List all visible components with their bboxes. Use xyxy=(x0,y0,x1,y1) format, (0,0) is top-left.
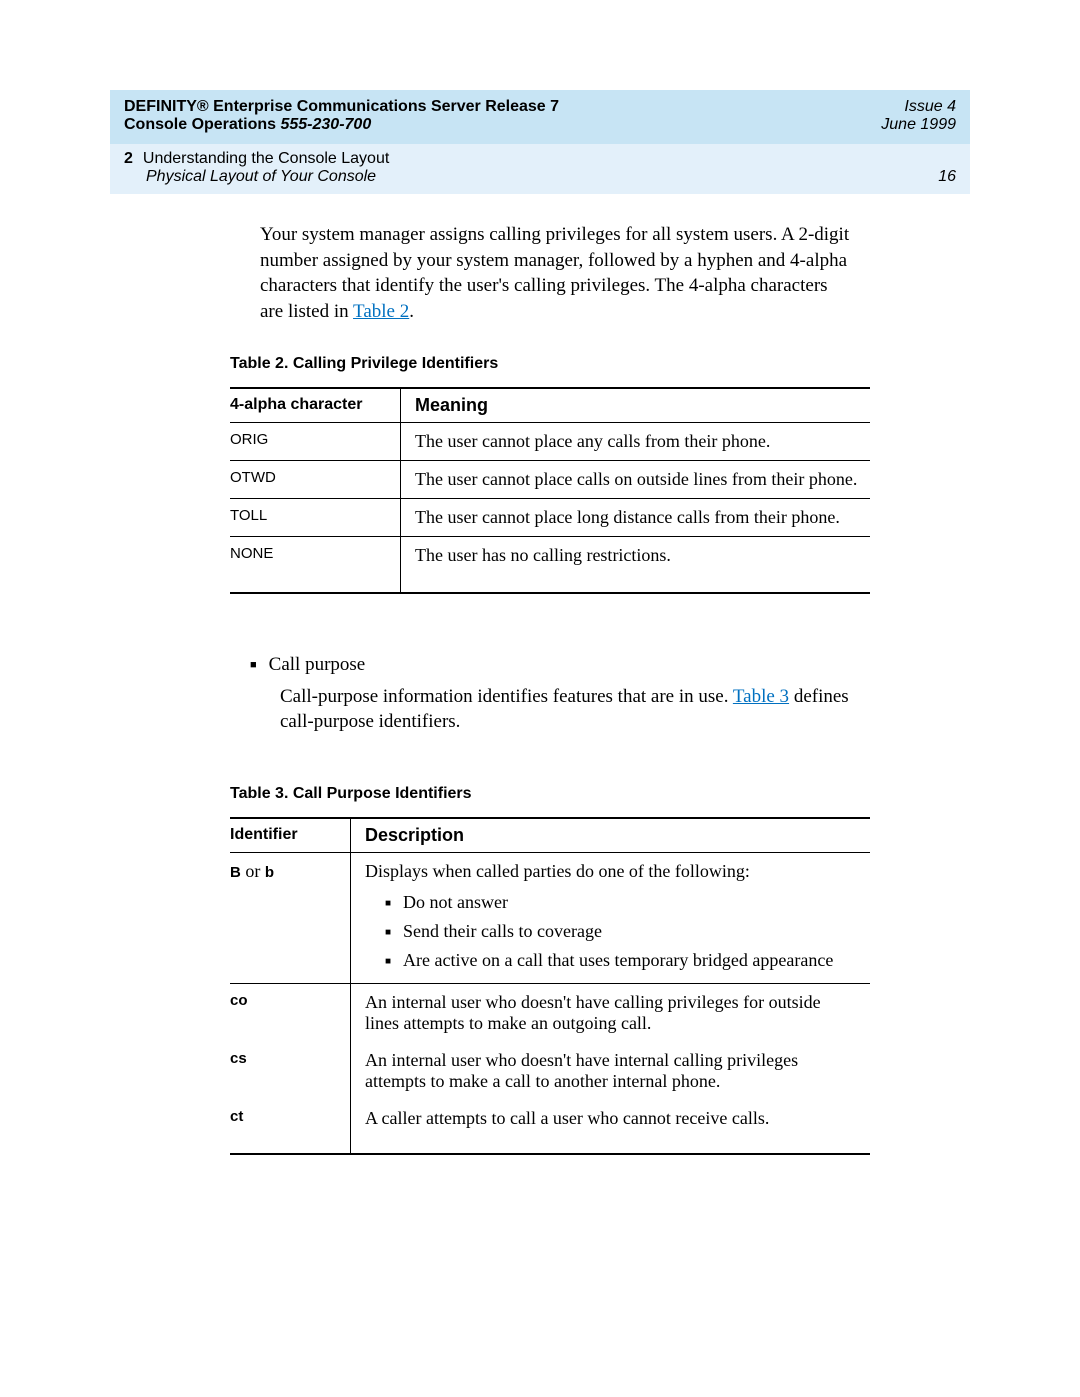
table3-header-2: Description xyxy=(351,818,871,853)
list-item: Send their calls to coverage xyxy=(385,917,858,946)
call-purpose-heading: Call purpose xyxy=(250,654,850,676)
chapter-number: 2 xyxy=(124,150,133,167)
issue-label: Issue 4 xyxy=(881,98,956,116)
table2: 4-alpha character Meaning ORIG The user … xyxy=(230,387,870,594)
table3-link[interactable]: Table 3 xyxy=(733,686,789,707)
table-row: cs An internal user who doesn't have int… xyxy=(230,1042,870,1100)
table2-link[interactable]: Table 2 xyxy=(353,301,409,322)
chapter-title: Understanding the Console Layout xyxy=(143,150,389,167)
page-number: 16 xyxy=(938,168,956,186)
doc-subtitle: Console Operations xyxy=(124,116,280,133)
table2-header-1: 4-alpha character xyxy=(230,388,401,423)
chapter-subtitle: Physical Layout of Your Console xyxy=(146,168,389,186)
table3-header-1: Identifier xyxy=(230,818,351,853)
doc-number: 555-230-700 xyxy=(280,116,371,133)
table2-caption: Table 2. Calling Privilege Identifiers xyxy=(230,355,970,373)
table-row: co An internal user who doesn't have cal… xyxy=(230,983,870,1042)
table3-caption: Table 3. Call Purpose Identifiers xyxy=(230,785,970,803)
intro-paragraph: Your system manager assigns calling priv… xyxy=(260,222,850,325)
page-header: DEFINITY® Enterprise Communications Serv… xyxy=(110,90,970,144)
table-row: NONE The user has no calling restriction… xyxy=(230,536,870,593)
date-label: June 1999 xyxy=(881,116,956,134)
table-row: ct A caller attempts to call a user who … xyxy=(230,1100,870,1154)
doc-title: DEFINITY® Enterprise Communications Serv… xyxy=(124,98,559,116)
list-item: Are active on a call that uses temporary… xyxy=(385,946,858,975)
table-row: B or b Displays when called parties do o… xyxy=(230,852,870,983)
table3: Identifier Description B or b Displays w… xyxy=(230,817,870,1155)
table-row: OTWD The user cannot place calls on outs… xyxy=(230,460,870,498)
list-item: Do not answer xyxy=(385,888,858,917)
chapter-bar: 2 Understanding the Console Layout Physic… xyxy=(110,144,970,194)
table-row: TOLL The user cannot place long distance… xyxy=(230,498,870,536)
call-purpose-section: Call purpose Call-purpose information id… xyxy=(250,654,850,735)
table-row: ORIG The user cannot place any calls fro… xyxy=(230,422,870,460)
table2-header-2: Meaning xyxy=(401,388,871,423)
document-page: DEFINITY® Enterprise Communications Serv… xyxy=(0,0,1080,1397)
